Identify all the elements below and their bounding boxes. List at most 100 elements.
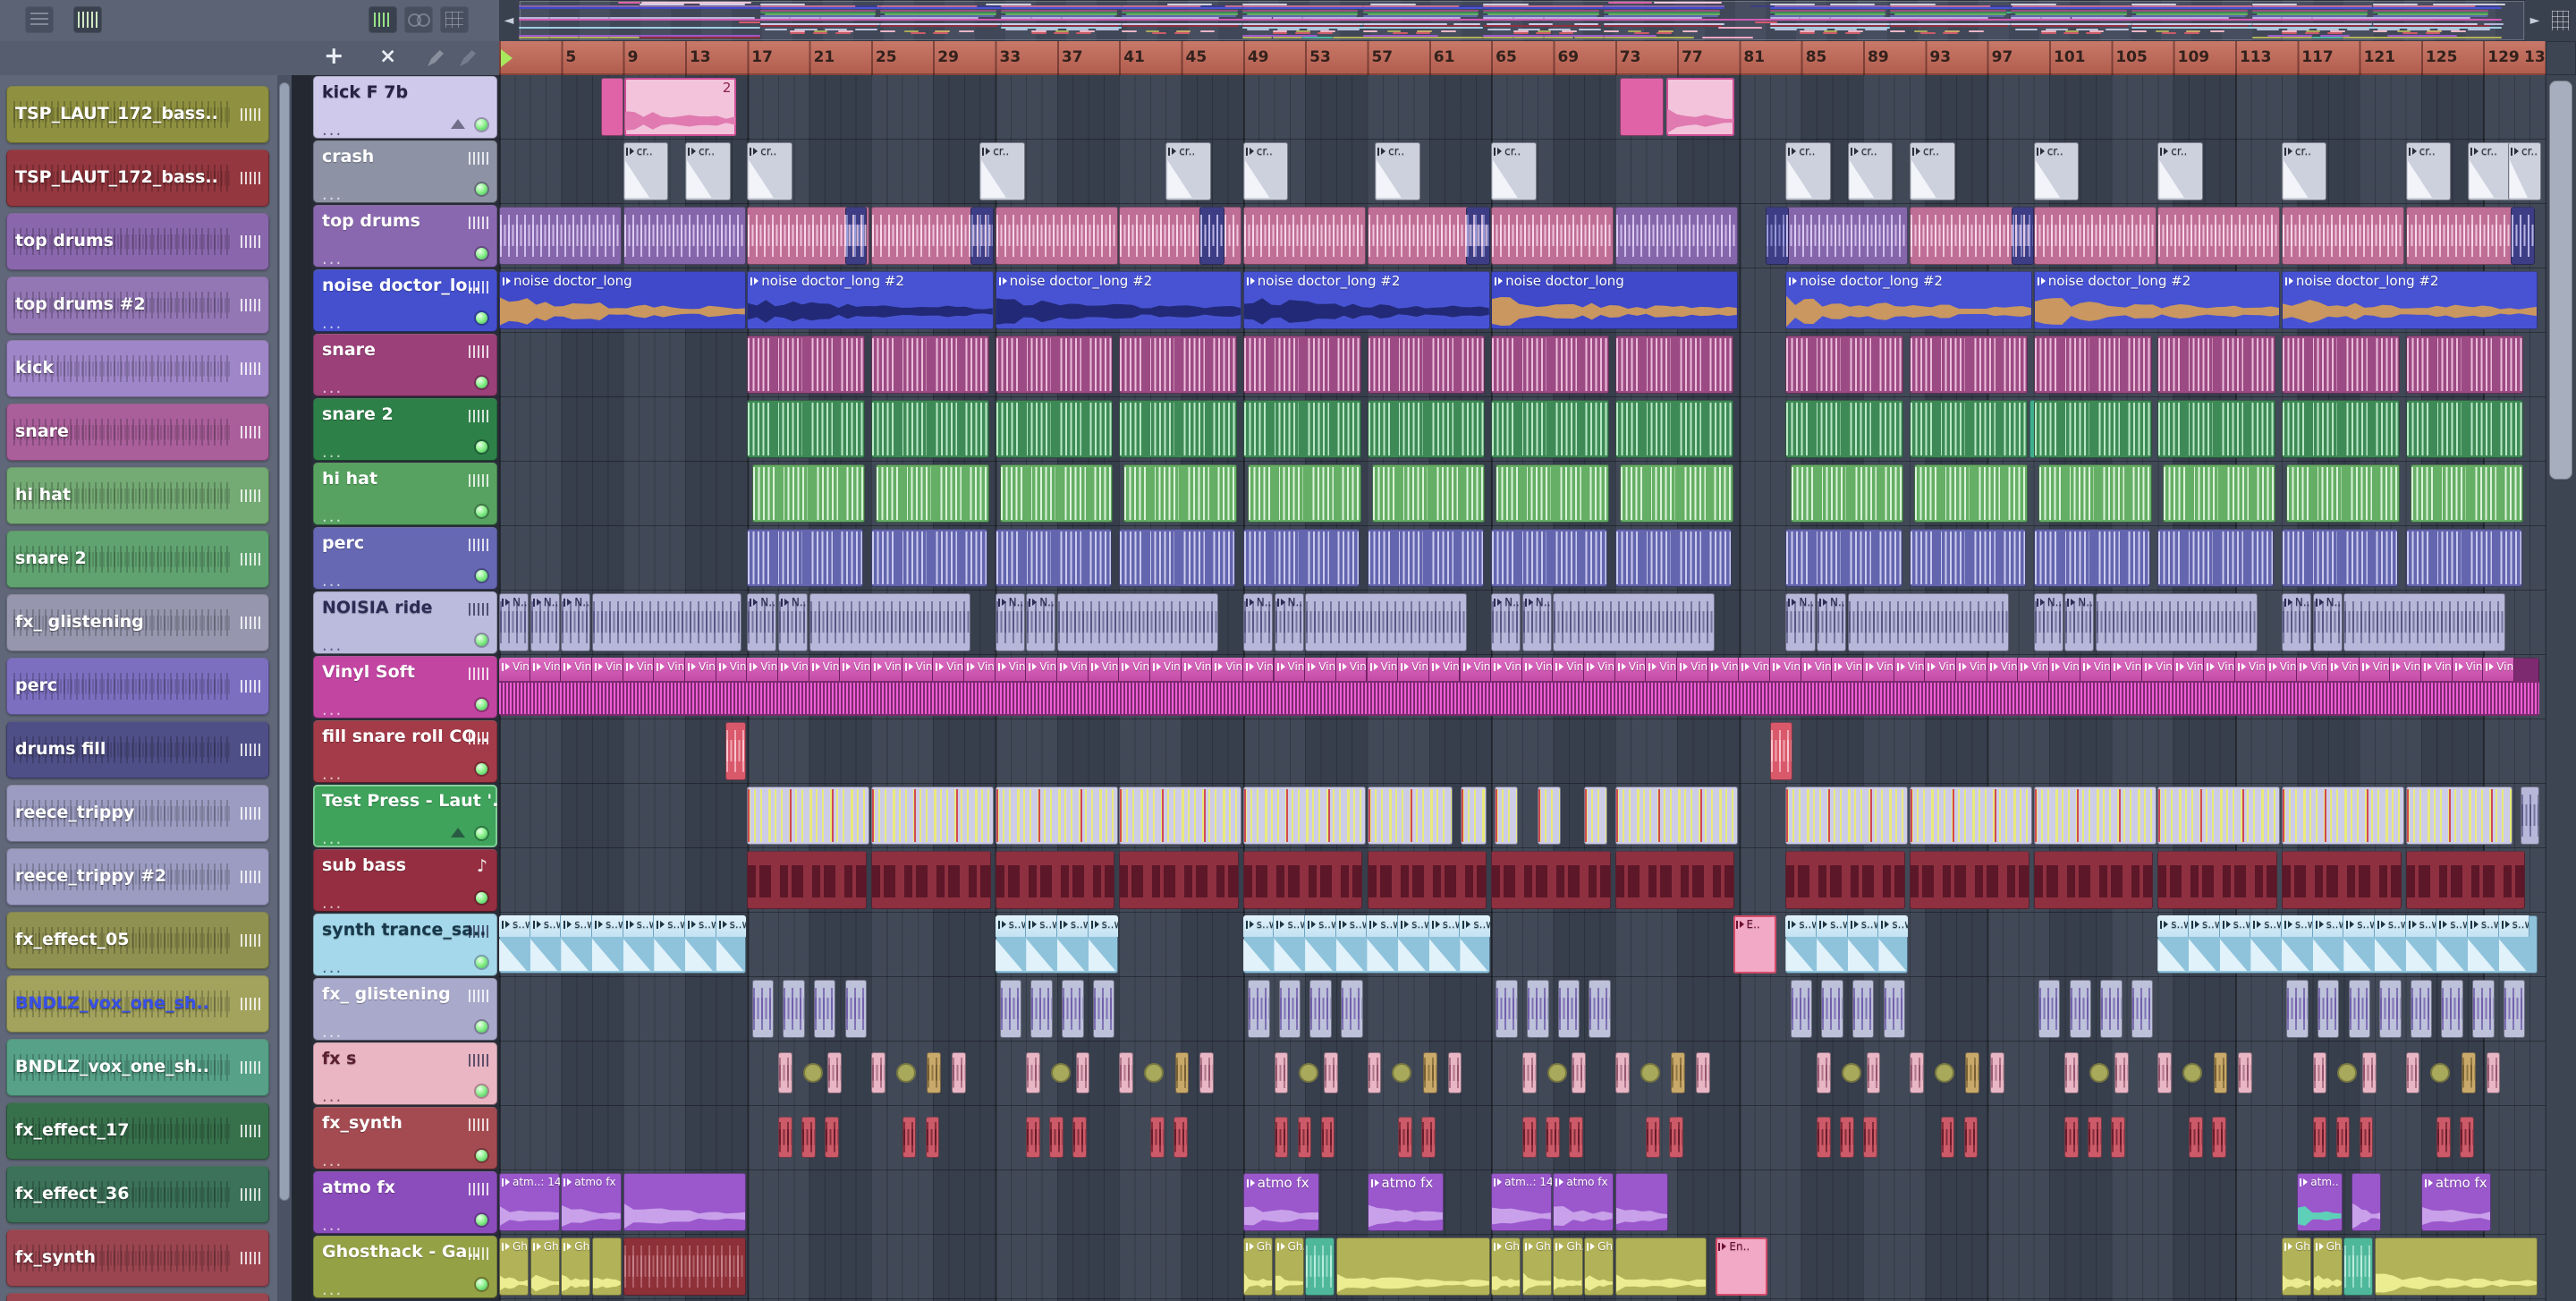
clip[interactable] [777,1052,792,1093]
clip[interactable] [747,851,867,909]
clip[interactable] [2430,1063,2451,1083]
clip[interactable]: noise doctor_long #2 [995,271,1242,329]
clip[interactable] [1367,787,1453,845]
clip[interactable] [1119,1052,1133,1093]
clip[interactable]: noise doctor_long [499,271,746,329]
picker-item-fx-glistening[interactable]: fx_ glistening [6,594,269,651]
vinyl-soft-clip-row[interactable]: Vin..Vin..Vin..Vin..Vin..Vin..Vin..Vin..… [499,658,2539,716]
clip[interactable] [2462,1052,2476,1093]
clip[interactable] [2486,1052,2501,1093]
playlist-minimap-scrollbar[interactable]: ◄ ► [499,0,2545,41]
clip[interactable] [2281,787,2404,845]
clip[interactable] [1026,1052,1040,1093]
clip[interactable]: N.. [561,593,591,651]
picker-item-top-drums[interactable]: top drums [6,213,269,270]
clip[interactable] [1494,787,1518,845]
vertical-scrollbar-handle[interactable] [2549,81,2572,480]
clip[interactable] [2189,1117,2203,1158]
clip[interactable] [2312,1052,2327,1093]
clip[interactable] [2033,851,2154,909]
clip[interactable]: cr.. [2157,142,2203,200]
track-header-sub-bass[interactable]: sub bass... ♪ [313,849,497,912]
clip[interactable] [1671,1052,1685,1093]
clip[interactable] [1963,1117,1979,1158]
clip[interactable]: noise doctor_long #2 [1785,271,2033,329]
clip[interactable] [2089,1063,2110,1083]
picker-item-fx-effect-36[interactable]: fx_effect_36 [6,1166,269,1223]
clip[interactable] [1821,980,1843,1038]
clip[interactable] [1371,464,1486,523]
clip[interactable] [1584,787,1608,845]
clip[interactable] [1866,1052,1881,1093]
clip[interactable] [2157,207,2281,265]
clip[interactable] [995,400,1114,458]
clip[interactable] [927,1052,942,1093]
clip[interactable] [1056,593,1219,651]
clip[interactable] [1030,980,1053,1038]
clip[interactable] [1614,400,1733,458]
clip[interactable] [1274,1117,1289,1158]
clip[interactable] [2472,980,2495,1038]
clip[interactable]: cr.. [1785,142,1831,200]
clip[interactable]: cr.. [685,142,731,200]
clip[interactable]: N.. [2312,593,2343,651]
clip[interactable] [1466,207,1490,265]
clip[interactable] [2348,980,2370,1038]
clip[interactable] [1817,1052,1831,1093]
pencil-icon[interactable] [428,49,445,66]
clip[interactable] [1620,78,1664,136]
trance-clip-group[interactable]: s..ws..ws..ws..ws..ws..ws..ws..w [1242,915,1490,974]
clip[interactable]: cr.. [1165,142,1211,200]
clip[interactable] [1422,1052,1437,1093]
clip[interactable] [801,1117,816,1158]
clip[interactable] [499,207,623,265]
clip[interactable] [1620,464,1733,523]
picker-item-bndlz-vox-one-sh[interactable]: BNDLZ_vox_one_sh.. [6,975,269,1033]
picker-scrollbar-handle[interactable] [279,82,290,1201]
clip[interactable] [2213,1052,2228,1093]
mute-led[interactable] [476,634,487,646]
picker-item-fx-synth-06[interactable]: fx_ synth_06 [6,1293,269,1301]
clip[interactable] [1199,207,1225,265]
clip[interactable] [1299,1063,1319,1083]
clip[interactable] [2157,851,2277,909]
clip[interactable]: Gh.. [530,1237,560,1296]
clip[interactable] [2359,1117,2374,1158]
clip[interactable] [995,336,1114,394]
clip[interactable] [1589,980,1611,1038]
clip[interactable] [802,1063,823,1083]
clip[interactable] [2162,464,2276,523]
clip[interactable] [2064,1117,2080,1158]
clip[interactable] [2520,787,2539,845]
clip[interactable] [1557,980,1580,1038]
grid-snap-icon[interactable] [440,6,469,33]
clip[interactable] [2281,851,2402,909]
clip[interactable] [2410,464,2524,523]
clip[interactable] [1840,1117,1854,1158]
clip[interactable] [2033,529,2150,587]
clip[interactable] [1367,529,1484,587]
clip[interactable] [2405,787,2513,845]
clip[interactable] [592,1237,623,1296]
clip[interactable] [870,529,988,587]
clip[interactable] [1123,464,1238,523]
clip[interactable]: cr.. [623,142,669,200]
playlist-options-icon[interactable] [2545,0,2576,41]
clip[interactable] [2064,1052,2080,1093]
track-header-noisia-ride[interactable]: NOISIA ride... [313,591,497,654]
clip[interactable]: atm..: 140.0 [1491,1173,1552,1231]
clip[interactable] [2405,529,2522,587]
clip[interactable]: N.. [777,593,809,651]
trance-clip-group[interactable]: s..ws..ws..ws..w [995,915,1118,974]
clip[interactable]: Gh.. [1242,1237,1273,1296]
track-header-snare-2[interactable]: snare 2... [313,398,497,461]
clip[interactable] [970,207,994,265]
clip[interactable] [2012,207,2034,265]
clip[interactable]: Gh.. [561,1237,591,1296]
clip[interactable] [1545,1117,1560,1158]
clip[interactable]: Gh.. [1584,1237,1614,1296]
clip[interactable] [2157,787,2281,845]
clip[interactable] [1447,1052,1462,1093]
clip[interactable] [1491,400,1609,458]
clip[interactable] [2088,1117,2103,1158]
